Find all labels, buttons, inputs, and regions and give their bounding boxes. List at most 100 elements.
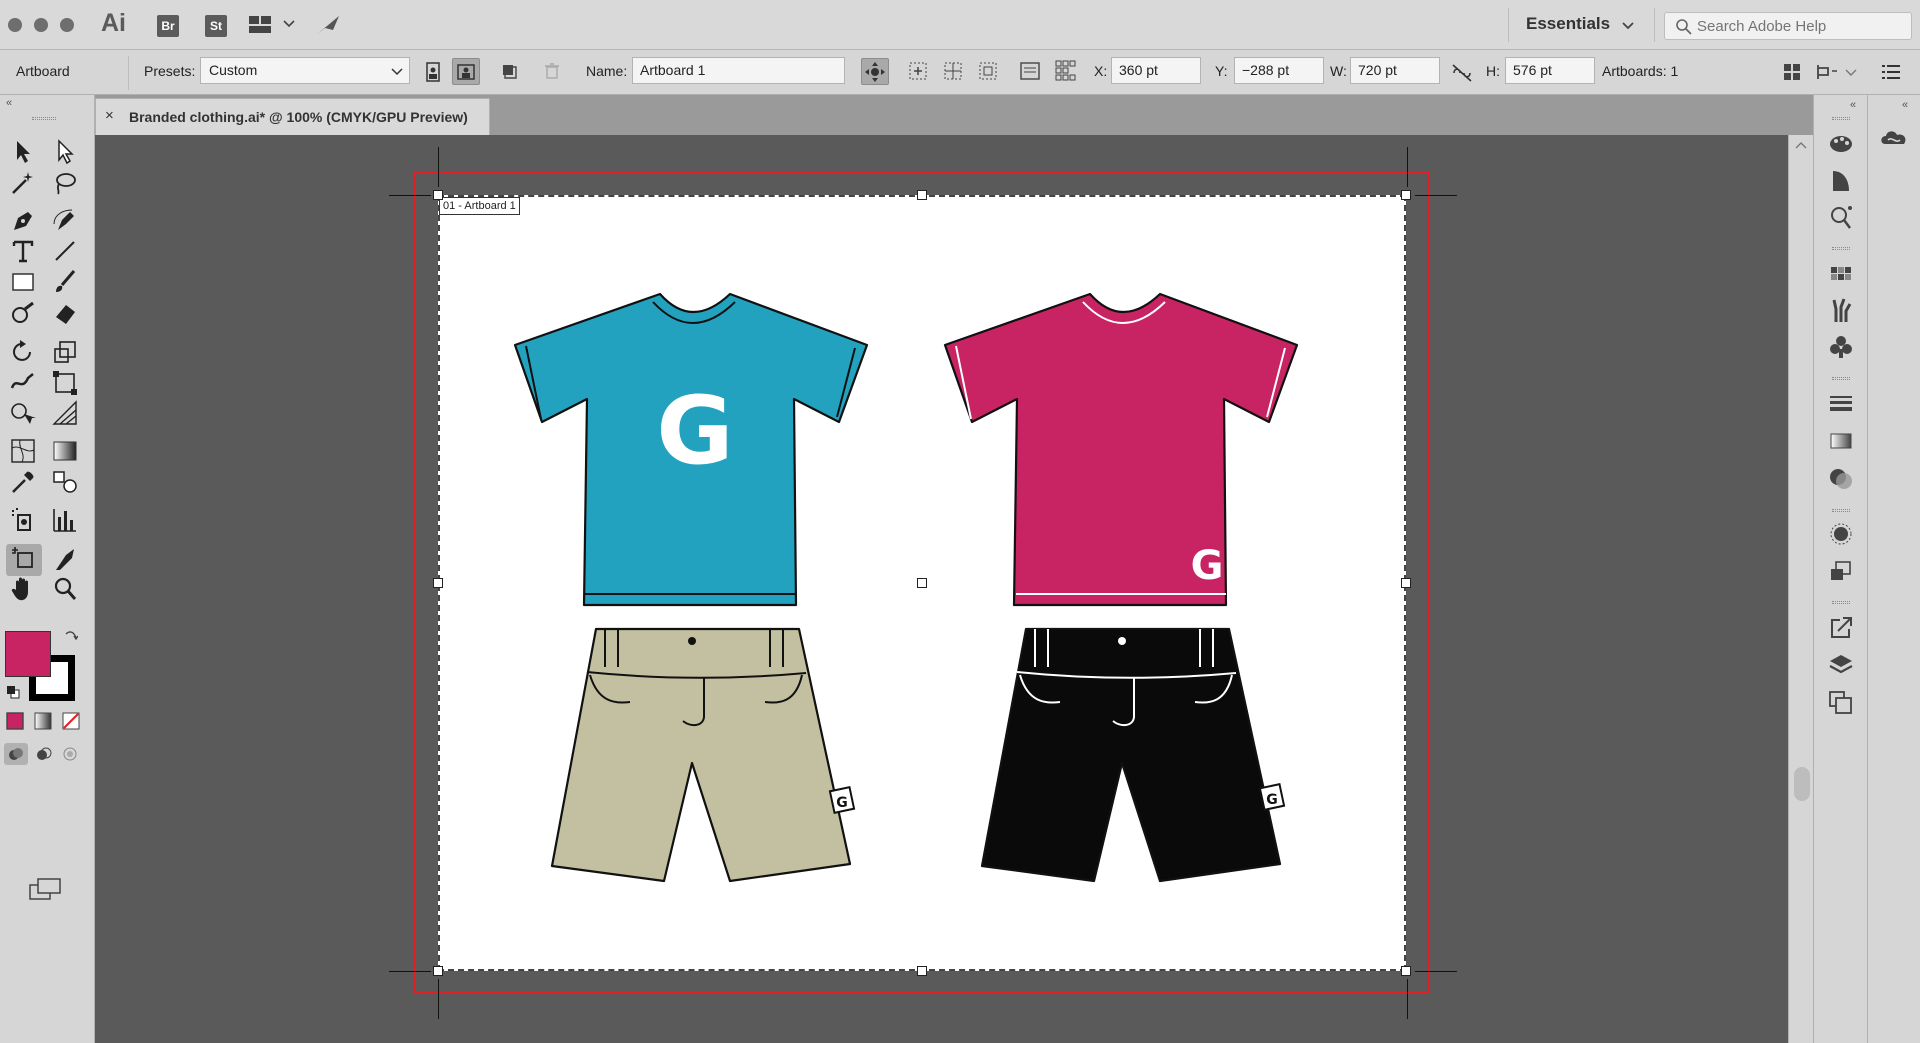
magic-wand-icon[interactable] [8, 168, 38, 198]
lasso-icon[interactable] [50, 168, 80, 198]
graphic-styles-icon[interactable] [1824, 556, 1858, 586]
column-graph-icon[interactable] [50, 505, 80, 535]
resize-handle[interactable] [1401, 966, 1411, 976]
khaki-shorts[interactable]: G [550, 627, 856, 883]
draw-behind-icon[interactable] [36, 746, 52, 762]
artboard-name-field[interactable]: Artboard 1 [632, 57, 845, 84]
color-guide-icon[interactable] [1824, 128, 1858, 158]
close-window-button[interactable] [8, 18, 22, 32]
resize-handle[interactable] [917, 966, 927, 976]
hand-icon[interactable] [8, 574, 38, 604]
symbols-icon[interactable] [1824, 332, 1858, 362]
resize-handle[interactable] [917, 190, 927, 200]
presets-dropdown[interactable]: Custom [200, 57, 410, 84]
eraser-icon[interactable] [50, 299, 80, 329]
swap-fill-stroke-icon[interactable] [64, 630, 78, 644]
x-field[interactable]: 360 pt [1111, 57, 1201, 84]
transparency-icon[interactable] [1824, 463, 1858, 493]
black-shorts[interactable]: G [980, 627, 1286, 883]
blue-tshirt[interactable]: G [513, 292, 869, 607]
curvature-icon[interactable] [50, 206, 80, 236]
line-icon[interactable] [50, 236, 80, 266]
chevron-down-icon[interactable] [1845, 69, 1857, 77]
close-tab-button[interactable]: × [105, 107, 114, 124]
resize-handle[interactable] [1401, 578, 1411, 588]
search-input[interactable] [1697, 16, 1902, 36]
show-safe-areas-button[interactable] [974, 58, 1002, 85]
width-field[interactable]: 720 pt [1350, 57, 1440, 84]
landscape-button[interactable] [452, 58, 480, 85]
free-transform-icon[interactable] [50, 368, 80, 398]
export-icon[interactable] [1824, 612, 1858, 642]
delete-artboard-button[interactable] [538, 58, 566, 85]
panel-grip[interactable] [32, 117, 56, 120]
resize-handle[interactable] [433, 578, 443, 588]
blend-icon[interactable] [50, 467, 80, 497]
portrait-button[interactable] [419, 58, 447, 85]
show-center-mark-button[interactable] [904, 58, 932, 85]
gradient-mode-icon[interactable] [34, 712, 52, 730]
resize-handle[interactable] [917, 578, 927, 588]
artboard-tool-button[interactable] [6, 544, 42, 576]
document-tab[interactable]: × Branded clothing.ai* @ 100% (CMYK/GPU … [95, 98, 490, 135]
new-artboard-button[interactable] [495, 58, 523, 85]
rotate-icon[interactable] [8, 337, 38, 367]
paintbrush-icon[interactable] [50, 267, 80, 297]
move-copy-artwork-button[interactable] [861, 58, 889, 85]
perspective-grid-icon[interactable] [50, 398, 80, 428]
panel-menu-icon[interactable] [1882, 64, 1900, 80]
scroll-up-icon[interactable] [1795, 141, 1807, 149]
warp-icon[interactable] [8, 368, 38, 398]
symbol-sprayer-icon[interactable] [8, 505, 38, 535]
direct-selection-icon[interactable] [50, 136, 80, 166]
panel-grip[interactable] [1832, 377, 1850, 380]
artboards-panel-icon[interactable] [1824, 687, 1858, 717]
align-icon[interactable] [1783, 63, 1801, 81]
color-icon[interactable] [1824, 166, 1858, 196]
panel-grip[interactable] [1832, 509, 1850, 512]
gradient-panel-icon[interactable] [1824, 426, 1858, 456]
help-search-box[interactable] [1664, 12, 1912, 40]
artboard-options-button[interactable] [1016, 58, 1044, 85]
draw-inside-icon[interactable] [62, 746, 78, 762]
panel-grip[interactable] [1832, 601, 1850, 604]
minimize-window-button[interactable] [34, 18, 48, 32]
color-themes-icon[interactable] [1824, 202, 1858, 232]
type-icon[interactable] [8, 236, 38, 266]
y-field[interactable]: −288 pt [1234, 57, 1324, 84]
panel-grip[interactable] [1832, 247, 1850, 250]
zoom-window-button[interactable] [60, 18, 74, 32]
collapse-dock-icon[interactable]: « [1850, 99, 1856, 111]
transform-icon[interactable] [1816, 63, 1838, 81]
color-mode-icon[interactable] [6, 712, 24, 730]
slice-icon[interactable] [50, 545, 80, 575]
brushes-icon[interactable] [1824, 295, 1858, 325]
panel-grip[interactable] [1832, 117, 1850, 120]
gradient-icon[interactable] [50, 436, 80, 466]
none-mode-icon[interactable] [62, 712, 80, 730]
chevron-down-icon[interactable] [283, 20, 295, 28]
scrollbar-thumb[interactable] [1794, 767, 1810, 801]
workspace-switcher[interactable]: Essentials [1526, 14, 1610, 34]
pink-tshirt[interactable]: G [943, 292, 1299, 607]
eyedropper-icon[interactable] [8, 467, 38, 497]
collapse-dock-icon[interactable]: « [1902, 99, 1908, 111]
default-fill-stroke-icon[interactable] [6, 685, 20, 699]
height-field[interactable]: 576 pt [1505, 57, 1595, 84]
pen-icon[interactable] [8, 206, 38, 236]
constrain-proportions-icon[interactable] [1451, 63, 1473, 83]
resize-handle[interactable] [433, 966, 443, 976]
bridge-button[interactable]: Br [157, 15, 179, 37]
zoom-icon[interactable] [50, 574, 80, 604]
resize-handle[interactable] [1401, 190, 1411, 200]
rectangle-icon[interactable] [8, 267, 38, 297]
swatches-icon[interactable] [1824, 258, 1858, 288]
screen-mode-icon[interactable] [28, 877, 62, 901]
collapse-panel-icon[interactable]: « [6, 97, 12, 109]
selection-icon[interactable] [8, 136, 38, 166]
stroke-icon[interactable] [1824, 388, 1858, 418]
chevron-down-icon[interactable] [1622, 22, 1634, 30]
scale-icon[interactable] [50, 337, 80, 367]
appearance-icon[interactable] [1824, 519, 1858, 549]
shaper-icon[interactable] [8, 299, 38, 329]
